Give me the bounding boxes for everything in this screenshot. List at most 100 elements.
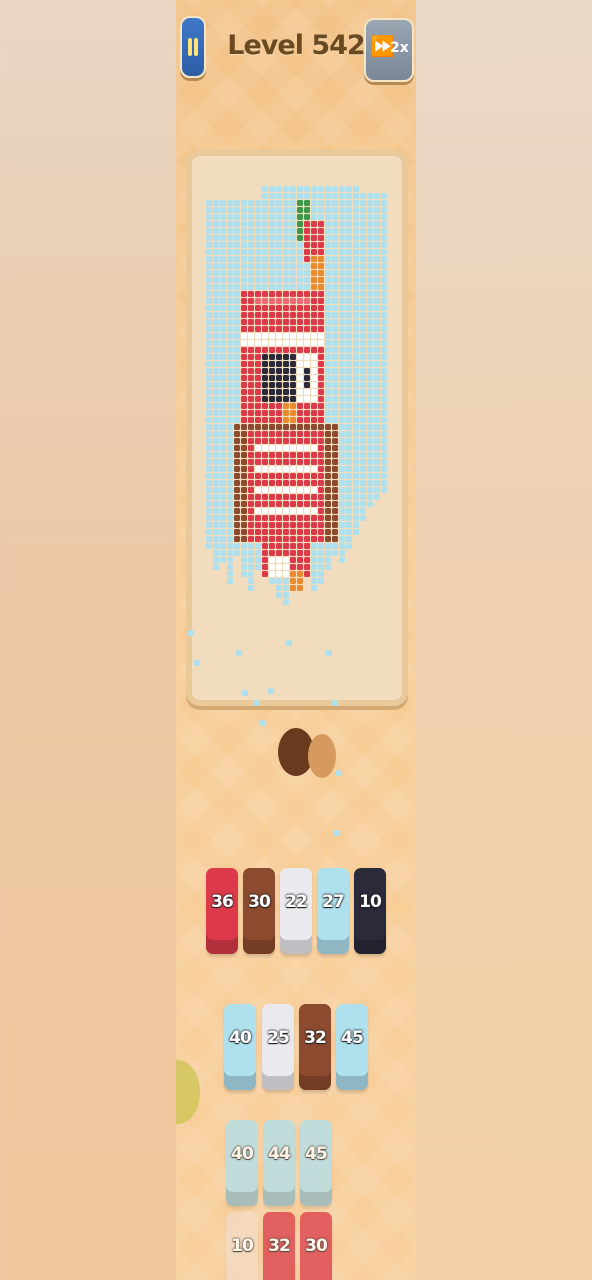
pixel <box>346 417 352 423</box>
pixel <box>374 389 380 395</box>
pixel <box>374 333 380 339</box>
pixel <box>325 291 331 297</box>
pixel <box>234 417 240 423</box>
pixel <box>360 214 366 220</box>
pixel <box>353 515 359 521</box>
pixel <box>325 522 331 528</box>
pixel <box>374 277 380 283</box>
color-tile[interactable]: 10 <box>354 868 386 954</box>
tile-count: 45 <box>305 1144 328 1164</box>
pixel <box>332 473 338 479</box>
color-tile[interactable]: 40 <box>226 1120 258 1206</box>
pixel <box>248 571 254 577</box>
pixel <box>339 319 345 325</box>
pixel <box>213 298 219 304</box>
pixel <box>325 193 331 199</box>
pixel <box>283 487 289 493</box>
pixel <box>374 207 380 213</box>
pixel <box>346 235 352 241</box>
pixel <box>276 564 282 570</box>
pixel <box>318 186 324 192</box>
pixel <box>346 228 352 234</box>
pixel <box>367 431 373 437</box>
pixel <box>339 466 345 472</box>
pixel <box>304 522 310 528</box>
pixel <box>255 221 261 227</box>
pixel <box>381 319 387 325</box>
pixel <box>318 382 324 388</box>
pixel <box>241 291 247 297</box>
pixel <box>220 466 226 472</box>
pixel <box>346 529 352 535</box>
pixel <box>367 277 373 283</box>
pixel <box>269 529 275 535</box>
pixel <box>304 438 310 444</box>
pixel <box>283 186 289 192</box>
pixel <box>304 263 310 269</box>
pixel <box>262 312 268 318</box>
color-tile[interactable]: 10 <box>226 1212 258 1280</box>
pixel <box>234 221 240 227</box>
pixel <box>339 529 345 535</box>
pixel <box>325 417 331 423</box>
pixel <box>304 214 310 220</box>
color-tile[interactable]: 45 <box>300 1120 332 1206</box>
pixel <box>297 445 303 451</box>
pixel <box>241 389 247 395</box>
pixel <box>269 550 275 556</box>
color-tile[interactable]: 40 <box>224 1004 256 1090</box>
pixel <box>367 333 373 339</box>
pixel <box>311 445 317 451</box>
pixel <box>332 396 338 402</box>
pixel <box>381 466 387 472</box>
color-tile[interactable]: 30 <box>300 1212 332 1280</box>
pixel <box>227 445 233 451</box>
pixel <box>297 256 303 262</box>
pixel <box>269 564 275 570</box>
color-tile[interactable]: 32 <box>299 1004 331 1090</box>
pixel <box>290 585 296 591</box>
pixel <box>353 235 359 241</box>
pixel <box>325 263 331 269</box>
pixel <box>360 256 366 262</box>
pixel <box>255 200 261 206</box>
color-tile[interactable]: 44 <box>263 1120 295 1206</box>
pixel <box>234 242 240 248</box>
pixel <box>332 284 338 290</box>
pixel <box>332 375 338 381</box>
pixel <box>332 270 338 276</box>
pixel <box>248 396 254 402</box>
pixel <box>374 235 380 241</box>
pixel <box>339 445 345 451</box>
pixel <box>206 389 212 395</box>
color-tile[interactable]: 45 <box>336 1004 368 1090</box>
pixel <box>304 550 310 556</box>
pixel <box>276 186 282 192</box>
color-tile[interactable]: 22 <box>280 868 312 954</box>
pixel <box>234 466 240 472</box>
pixel <box>234 263 240 269</box>
pixel <box>248 515 254 521</box>
color-tile[interactable]: 27 <box>317 868 349 954</box>
pixel <box>332 389 338 395</box>
pixel <box>290 564 296 570</box>
pixel <box>311 452 317 458</box>
pixel <box>248 368 254 374</box>
color-tile[interactable]: 30 <box>243 868 275 954</box>
pixel <box>304 473 310 479</box>
pixel <box>360 354 366 360</box>
pixel <box>353 529 359 535</box>
color-tile[interactable]: 25 <box>262 1004 294 1090</box>
pixel <box>339 305 345 311</box>
pixel <box>241 564 247 570</box>
pixel <box>220 305 226 311</box>
color-tile[interactable]: 32 <box>263 1212 295 1280</box>
pixel <box>374 319 380 325</box>
pixel <box>311 543 317 549</box>
pixel <box>220 529 226 535</box>
pixel <box>346 543 352 549</box>
color-tile[interactable]: 36 <box>206 868 238 954</box>
pixel <box>276 592 282 598</box>
pixel <box>220 452 226 458</box>
pixel <box>346 361 352 367</box>
